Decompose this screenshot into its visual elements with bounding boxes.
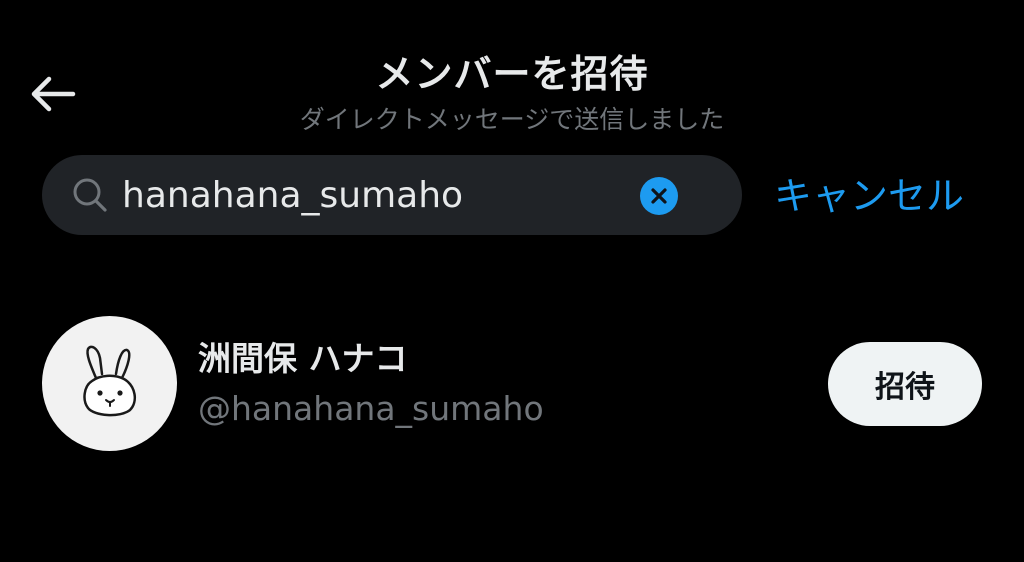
user-handle: @hanahana_sumaho <box>198 389 544 428</box>
clear-icon <box>640 177 678 215</box>
search-input[interactable] <box>122 169 662 221</box>
avatar[interactable] <box>42 316 177 451</box>
search-bar <box>42 155 742 235</box>
header: メンバーを招待 ダイレクトメッセージで送信しました <box>0 0 1024 150</box>
clear-search-button[interactable] <box>639 176 679 216</box>
invite-button[interactable]: 招待 <box>828 342 982 426</box>
rabbit-avatar-icon <box>83 345 137 417</box>
page-title: メンバーを招待 <box>375 52 649 96</box>
page-subtitle: ダイレクトメッセージで送信しました <box>299 105 725 134</box>
cancel-button[interactable]: キャンセル <box>774 166 964 226</box>
user-display-name: 洲間保 ハナコ <box>198 339 408 378</box>
user-result-row[interactable]: 洲間保 ハナコ @hanahana_sumaho 招待 <box>0 300 1024 470</box>
search-icon <box>73 178 107 212</box>
